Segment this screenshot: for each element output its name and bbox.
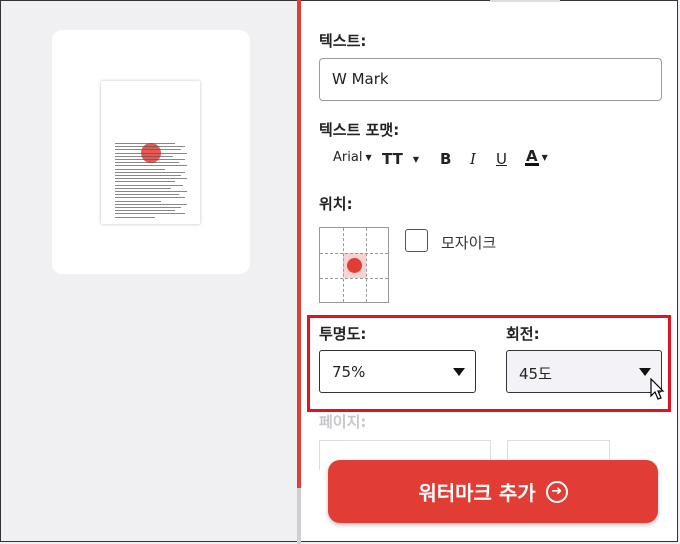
grid-line [320,278,388,279]
mosaic-checkbox[interactable] [405,229,428,252]
font-color-icon: A [525,147,539,166]
watermark-text-input[interactable]: W Mark [319,58,662,101]
preview-text-line [115,216,155,218]
underline-icon: U [496,150,507,168]
preview-text-line [115,171,185,173]
preview-text-line [115,187,171,189]
position-dot [347,258,362,273]
chevron-down-icon: ▼ [365,153,372,162]
chevron-down-icon: ▼ [412,154,419,164]
position-label: 위치: [319,195,353,213]
grid-line [320,253,388,254]
preview-text-line [115,146,185,148]
add-watermark-button[interactable]: 워터마크 추가 ➜ [328,460,658,523]
preview-text-line [115,197,185,199]
text-label: 텍스트: [319,32,367,50]
preview-text-line [115,155,173,157]
grid-line [366,228,367,302]
bold-button[interactable]: B [440,150,451,168]
mouse-cursor-icon [650,378,665,400]
preview-text-line [115,175,181,176]
font-color-button[interactable]: A ▼ [525,149,548,166]
pages-label: 페이지: [319,413,367,431]
preview-text-line [115,178,187,180]
add-watermark-label: 워터마크 추가 [418,481,536,505]
arrow-right-circle-icon: ➜ [545,480,568,503]
preview-text-line [115,181,175,183]
preview-text-line [115,210,175,212]
preview-text-line [115,168,165,170]
preview-text-line [115,207,181,208]
italic-button[interactable]: I [470,150,476,168]
preview-text-line [115,213,185,215]
text-format-label: 텍스트 포맷: [319,121,400,139]
preview-text-line [115,143,175,144]
preview-text-line [115,152,187,154]
preview-text-line [115,194,179,196]
font-size-select[interactable]: TT ▼ [382,150,419,168]
preview-text-line [115,191,187,192]
underline-button[interactable]: U [496,150,507,168]
preview-text-line [115,165,187,167]
mosaic-label: 모자이크 [441,234,497,252]
highlight-box [307,315,671,412]
italic-icon: I [470,150,476,168]
font-family-select[interactable]: Arial ▼ [333,150,372,165]
chevron-down-icon: ▼ [541,153,548,162]
page-preview [101,81,200,224]
preview-text-line [115,159,185,160]
position-grid[interactable] [319,227,389,303]
preview-text-line [115,200,161,202]
preview-text-line [115,203,187,205]
panel-top-edge [490,0,560,2]
preview-text-line [115,184,183,186]
preview-text-line [115,149,181,151]
grid-line [343,228,344,302]
font-family-value: Arial [333,150,363,165]
preview-text-line [115,162,179,164]
watermark-text-value: W Mark [332,70,389,88]
bold-icon: B [440,150,452,168]
text-size-icon: TT [382,150,403,168]
